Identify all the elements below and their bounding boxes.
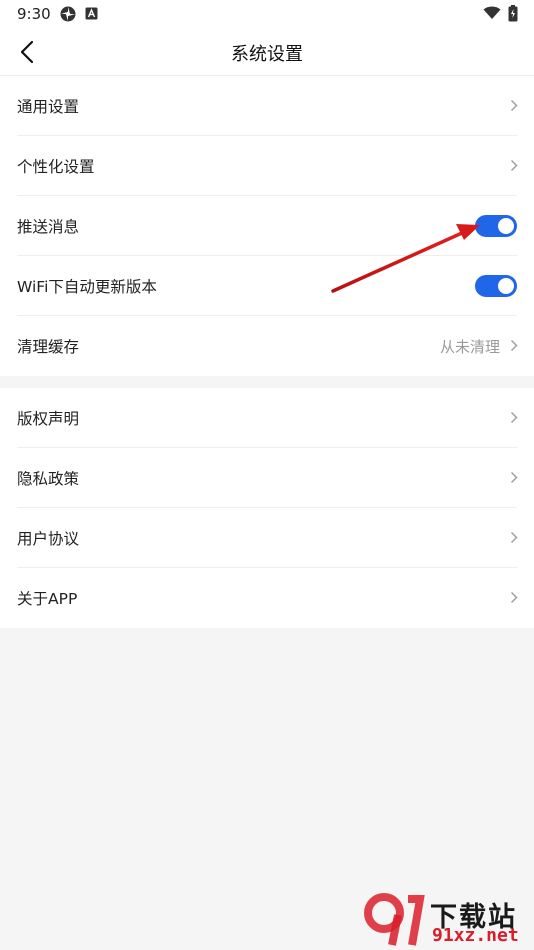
app-bar: 系统设置 — [0, 28, 534, 76]
row-label: 隐私政策 — [17, 470, 80, 488]
watermark-logo-icon — [364, 893, 425, 946]
a-badge-icon — [85, 7, 98, 20]
row-label: 版权声明 — [17, 410, 80, 428]
chevron-right-icon — [510, 159, 518, 172]
status-bar: 9:30 — [0, 0, 534, 28]
wifi-auto-update-row: WiFi下自动更新版本 — [0, 256, 534, 316]
about-app-row[interactable]: 关于APP — [0, 568, 534, 628]
battery-icon — [508, 5, 518, 22]
app-icon — [60, 6, 76, 22]
clear-cache-row[interactable]: 清理缓存 从未清理 — [0, 316, 534, 376]
chevron-right-icon — [510, 471, 518, 484]
status-time: 9:30 — [17, 5, 51, 23]
wifi-icon — [483, 6, 501, 19]
chevron-right-icon — [510, 591, 518, 604]
cache-status-value: 从未清理 — [439, 338, 500, 356]
toggle-knob — [498, 218, 514, 234]
chevron-right-icon — [510, 531, 518, 544]
chevron-right-icon — [510, 99, 518, 112]
chevron-right-icon — [510, 411, 518, 424]
watermark-url: 91xz.net — [432, 925, 519, 946]
row-label: 个性化设置 — [17, 158, 95, 176]
row-label: 推送消息 — [17, 218, 80, 236]
settings-group-about: 版权声明 隐私政策 用户协议 关于APP — [0, 388, 534, 628]
user-agreement-row[interactable]: 用户协议 — [0, 508, 534, 568]
general-settings-row[interactable]: 通用设置 — [0, 76, 534, 136]
push-messages-toggle[interactable] — [475, 215, 517, 237]
wifi-auto-update-toggle[interactable] — [475, 275, 517, 297]
push-messages-row: 推送消息 — [0, 196, 534, 256]
personalization-settings-row[interactable]: 个性化设置 — [0, 136, 534, 196]
copyright-row[interactable]: 版权声明 — [0, 388, 534, 448]
page-title: 系统设置 — [231, 44, 303, 65]
watermark: 下载站 91xz.net — [362, 893, 532, 948]
row-label: 关于APP — [17, 590, 78, 608]
chevron-right-icon — [510, 339, 518, 352]
privacy-policy-row[interactable]: 隐私政策 — [0, 448, 534, 508]
toggle-knob — [498, 278, 514, 294]
settings-group-main: 通用设置 个性化设置 推送消息 WiFi下自动更新版本 清理缓存 从未清理 — [0, 76, 534, 376]
row-label: 用户协议 — [17, 530, 80, 548]
row-label: 通用设置 — [17, 98, 80, 116]
row-label: WiFi下自动更新版本 — [17, 278, 157, 296]
row-label: 清理缓存 — [17, 338, 80, 356]
